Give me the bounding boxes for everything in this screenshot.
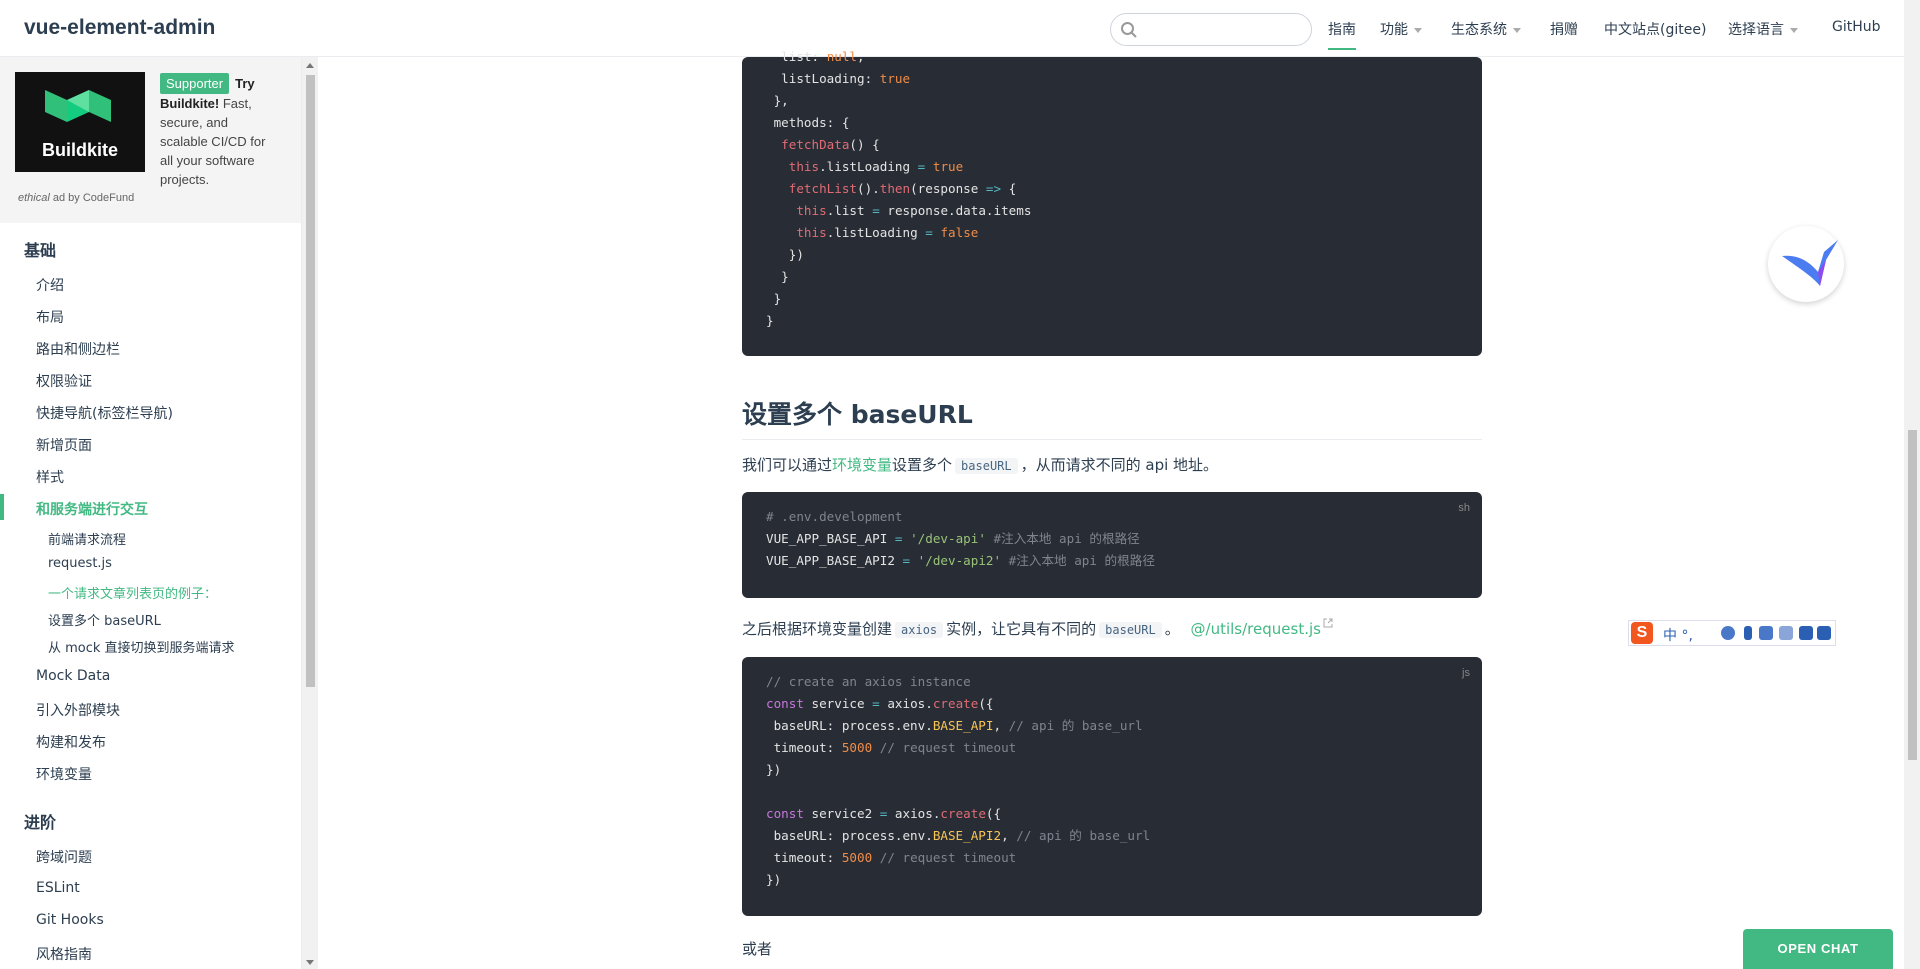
sidebar-scroll-thumb[interactable] (306, 75, 315, 687)
sponsor-ad[interactable]: Buildkite Supporter Try Buildkite! Fast, … (0, 57, 301, 223)
scroll-down-icon[interactable] (306, 960, 314, 965)
site-title[interactable]: vue-element-admin (24, 16, 215, 40)
caret-down-icon (1513, 27, 1521, 33)
text: 我们可以通过 (742, 456, 833, 474)
sidebar-group-advanced[interactable]: 进阶 (24, 809, 56, 833)
nav-item-label: GitHub (1832, 19, 1881, 35)
sidebar-item-eslint[interactable]: ESLint (36, 880, 80, 896)
user-icon[interactable] (1779, 626, 1793, 640)
ad-copy[interactable]: Supporter Try Buildkite! Fast, secure, an… (160, 73, 278, 189)
main-content: list: null, listLoading: true }, methods… (318, 49, 1904, 969)
caret-down-icon (1414, 27, 1422, 33)
text: 。 (1164, 620, 1180, 638)
search-icon (1121, 22, 1137, 38)
buildkite-mark-icon (45, 90, 111, 122)
sidebar-item-mock-data[interactable]: Mock Data (36, 668, 110, 684)
ime-toolbar[interactable]: S 中 °, (1628, 620, 1836, 646)
caret-down-icon (1790, 27, 1798, 33)
request-js-link[interactable]: @/utils/request.js (1190, 618, 1333, 638)
sidebar-item-new-page[interactable]: 新增页面 (36, 435, 92, 455)
sidebar-item-external[interactable]: 引入外部模块 (36, 700, 120, 720)
code-lang-label: js (1462, 667, 1470, 679)
text: 设置多个 (892, 456, 953, 474)
nav-item-language[interactable]: 选择语言 (1728, 19, 1798, 39)
sogou-logo-icon[interactable]: S (1631, 622, 1653, 644)
sidebar-sub-example[interactable]: 一个请求文章列表页的例子： (48, 583, 217, 602)
sidebar-item-server[interactable]: 和服务端进行交互 (36, 499, 148, 519)
sidebar-item-permission[interactable]: 权限验证 (36, 371, 92, 391)
ime-mode-label[interactable]: 中 °, (1663, 625, 1693, 645)
emoji-icon[interactable] (1721, 626, 1735, 640)
section-heading: 设置多个 baseURL (742, 395, 1482, 440)
inline-code: baseURL (1099, 622, 1162, 638)
sidebar: Buildkite Supporter Try Buildkite! Fast, … (0, 57, 302, 969)
link-label: @/utils/request.js (1190, 620, 1321, 638)
nav-item-label: 中文站点(gitee) (1604, 22, 1707, 38)
sidebar-scrollbar[interactable] (302, 57, 318, 969)
search-box[interactable] (1110, 13, 1312, 46)
paragraph-or: 或者 (742, 940, 773, 958)
sidebar-sub-request-js[interactable]: request.js (48, 556, 112, 571)
sidebar-item-layout[interactable]: 布局 (36, 307, 64, 327)
nav-item-github[interactable]: GitHub (1832, 19, 1881, 35)
sidebar-sub-request-flow[interactable]: 前端请求流程 (48, 529, 126, 548)
sidebar-active-indicator (0, 494, 4, 520)
code-content: # .env.development VUE_APP_BASE_API = '/… (766, 509, 1155, 568)
env-variable-link[interactable]: 环境变量 (832, 456, 892, 474)
search-input[interactable] (1141, 19, 1305, 41)
sidebar-item-style-guide[interactable]: 风格指南 (36, 944, 92, 964)
sidebar-item-build[interactable]: 构建和发布 (36, 732, 106, 752)
inline-code: axios (895, 622, 944, 638)
nav-item-label: 功能 (1380, 22, 1408, 38)
sidebar-group-basics[interactable]: 基础 (24, 237, 56, 261)
supporter-badge: Supporter (160, 73, 230, 94)
code-block-env: sh # .env.development VUE_APP_BASE_API =… (742, 492, 1482, 598)
ad-credit-em: ethical (18, 192, 50, 204)
sidebar-sub-baseurl[interactable]: 设置多个 baseURL (48, 610, 161, 629)
ad-credit-rest: ad by CodeFund (49, 192, 135, 204)
code-lang-label: sh (1458, 502, 1470, 514)
sidebar-item-router[interactable]: 路由和侧边栏 (36, 339, 120, 359)
sidebar-item-intro[interactable]: 介绍 (36, 275, 64, 295)
nav-item-donate[interactable]: 捐赠 (1550, 19, 1578, 39)
inline-code: baseURL (955, 458, 1018, 474)
page-scroll-thumb[interactable] (1908, 430, 1917, 760)
external-link-icon (1323, 618, 1333, 628)
sidebar-item-style[interactable]: 样式 (36, 467, 64, 487)
grid-menu-icon[interactable] (1817, 626, 1831, 640)
open-chat-button[interactable]: OPEN CHAT (1743, 929, 1893, 969)
nav-item-label: 捐赠 (1550, 22, 1578, 38)
nav-item-label: 指南 (1328, 22, 1356, 38)
code-block-fetch: list: null, listLoading: true }, methods… (742, 49, 1482, 356)
code-content: list: null, listLoading: true }, methods… (766, 49, 1032, 328)
text: ，从而请求不同的 api 地址。 (1020, 456, 1219, 474)
paragraph-axios: 之后根据环境变量创建 axios 实例，让它具有不同的 baseURL。 @/util… (742, 618, 1333, 639)
nav-item-label: 选择语言 (1728, 22, 1784, 38)
sidebar-item-git-hooks[interactable]: Git Hooks (36, 912, 104, 928)
buildkite-logo[interactable]: Buildkite (15, 72, 145, 172)
microphone-icon[interactable] (1744, 626, 1752, 640)
hummingbird-icon (1782, 240, 1838, 286)
code-content: // create an axios instance const servic… (766, 674, 1151, 887)
hummingbird-assistant[interactable] (1768, 226, 1844, 302)
paragraph-intro: 我们可以通过环境变量设置多个 baseURL ，从而请求不同的 api 地址。 (742, 454, 1218, 475)
text: 之后根据环境变量创建 (742, 620, 893, 638)
nav-item-guide[interactable]: 指南 (1328, 19, 1356, 50)
skin-icon[interactable] (1799, 626, 1813, 640)
logo-text: Buildkite (41, 140, 118, 160)
text: 实例，让它具有不同的 (946, 620, 1097, 638)
sidebar-item-cors[interactable]: 跨域问题 (36, 847, 92, 867)
sidebar-sub-mock-switch[interactable]: 从 mock 直接切换到服务端请求 (48, 637, 235, 656)
nav-item-features[interactable]: 功能 (1380, 19, 1422, 39)
ad-credit[interactable]: ethical ad by CodeFund (18, 192, 134, 204)
keyboard-icon[interactable] (1759, 626, 1773, 640)
nav-item-ecosystem[interactable]: 生态系统 (1451, 19, 1521, 39)
nav-item-label: 生态系统 (1451, 22, 1507, 38)
scroll-up-icon[interactable] (306, 63, 314, 68)
nav-item-gitee[interactable]: 中文站点(gitee) (1604, 19, 1706, 39)
sidebar-item-env[interactable]: 环境变量 (36, 764, 92, 784)
sidebar-item-tags-view[interactable]: 快捷导航(标签栏导航) (36, 403, 173, 423)
page-scrollbar[interactable] (1904, 0, 1920, 969)
code-block-axios: js // create an axios instance const ser… (742, 657, 1482, 916)
